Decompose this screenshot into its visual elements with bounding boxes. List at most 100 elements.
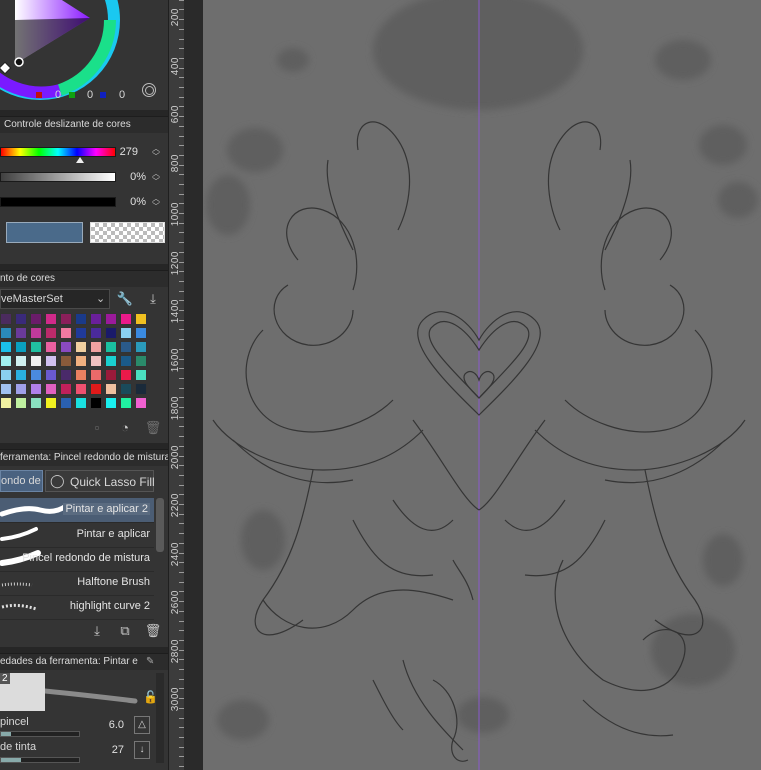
color-swatch[interactable] — [75, 341, 87, 353]
color-swatch[interactable] — [90, 341, 102, 353]
color-swatch[interactable] — [105, 397, 117, 409]
color-swatch[interactable] — [75, 369, 87, 381]
color-swatch[interactable] — [15, 369, 27, 381]
saturation-spin-icon[interactable]: ︿ ﹀ — [151, 170, 161, 186]
color-swatch[interactable] — [90, 355, 102, 367]
color-swatch[interactable] — [105, 383, 117, 395]
color-swatch[interactable] — [105, 313, 117, 325]
color-swatch[interactable] — [15, 383, 27, 395]
hue-slider-handle[interactable] — [76, 157, 84, 163]
color-swatch[interactable] — [135, 369, 147, 381]
color-swatch[interactable] — [120, 383, 132, 395]
color-swatch[interactable] — [45, 327, 57, 339]
wrench-icon[interactable]: 🔧 — [116, 291, 134, 309]
ink-amount-value[interactable]: 27 — [84, 744, 124, 756]
color-swatch[interactable] — [0, 397, 12, 409]
color-set-dropdown[interactable]: veMasterSet ⌄ — [0, 289, 110, 309]
hue-value[interactable]: 279 — [98, 146, 138, 158]
color-swatch[interactable] — [135, 383, 147, 395]
tab-quick-lasso-fill[interactable]: ◯ Quick Lasso Fill — [45, 470, 155, 492]
value-slider[interactable] — [0, 197, 116, 207]
download-icon[interactable]: ⤓ — [144, 291, 162, 309]
hue-spin-icon[interactable]: ︿ ﹀ — [151, 145, 161, 161]
color-swatch[interactable] — [45, 341, 57, 353]
color-swatch[interactable] — [0, 313, 12, 325]
duplicate-icon[interactable]: ⧉ — [116, 623, 134, 641]
color-swatch[interactable] — [15, 397, 27, 409]
color-swatch[interactable] — [60, 327, 72, 339]
color-swatch[interactable] — [60, 383, 72, 395]
brush-size-slider[interactable] — [0, 731, 80, 737]
save-to-material-icon[interactable]: ⤓ — [88, 623, 106, 641]
brush-item[interactable]: Halftone Brush — [0, 571, 154, 596]
color-swatch[interactable] — [15, 355, 27, 367]
color-swatch[interactable] — [30, 397, 42, 409]
color-swatch[interactable] — [30, 341, 42, 353]
color-swatch[interactable] — [135, 341, 147, 353]
color-swatch[interactable] — [90, 383, 102, 395]
pressure-arrow-icon[interactable]: ↓ — [134, 741, 150, 759]
saturation-value[interactable]: 0% — [106, 171, 146, 183]
color-swatch[interactable] — [0, 327, 12, 339]
tab-mixing-brush[interactable]: ondo de m — [0, 470, 43, 492]
color-swatch[interactable] — [135, 327, 147, 339]
saturation-slider[interactable] — [0, 172, 116, 182]
color-swatch[interactable] — [0, 383, 12, 395]
color-swatch[interactable] — [30, 369, 42, 381]
color-swatch[interactable] — [135, 313, 147, 325]
color-swatch[interactable] — [15, 327, 27, 339]
color-swatch[interactable] — [30, 327, 42, 339]
color-swatch[interactable] — [90, 397, 102, 409]
color-swatch[interactable] — [135, 397, 147, 409]
current-color-swatch[interactable] — [6, 222, 83, 243]
color-swatch[interactable] — [60, 341, 72, 353]
color-swatch[interactable] — [45, 383, 57, 395]
color-swatch[interactable] — [60, 397, 72, 409]
color-swatch[interactable] — [90, 313, 102, 325]
color-swatch[interactable] — [90, 327, 102, 339]
color-swatch[interactable] — [75, 383, 87, 395]
color-swatch[interactable] — [105, 355, 117, 367]
color-swatch[interactable] — [0, 341, 12, 353]
value-spin-icon[interactable]: ︿ ﹀ — [151, 195, 161, 211]
color-swatch[interactable] — [30, 383, 42, 395]
color-swatch[interactable] — [15, 313, 27, 325]
color-swatch[interactable] — [45, 313, 57, 325]
color-swatch[interactable] — [105, 369, 117, 381]
color-swatch[interactable] — [60, 369, 72, 381]
color-swatch[interactable] — [0, 355, 12, 367]
color-swatch[interactable] — [45, 355, 57, 367]
drawing-canvas[interactable] — [203, 0, 761, 770]
color-swatch[interactable] — [120, 341, 132, 353]
color-swatch[interactable] — [120, 355, 132, 367]
color-swatch[interactable] — [30, 313, 42, 325]
color-swatch[interactable] — [15, 341, 27, 353]
color-swatch[interactable] — [45, 369, 57, 381]
transparent-color-swatch[interactable] — [90, 222, 165, 243]
color-swatch[interactable] — [75, 397, 87, 409]
color-swatch[interactable] — [135, 355, 147, 367]
color-swatch[interactable] — [75, 313, 87, 325]
color-swatch[interactable] — [60, 355, 72, 367]
pressure-triangle-icon[interactable]: △ — [134, 716, 150, 734]
brush-list-scrollbar[interactable] — [156, 498, 164, 552]
brush-item[interactable]: Pintar e aplicar — [0, 523, 154, 548]
color-swatch[interactable] — [120, 313, 132, 325]
color-swatch[interactable] — [30, 355, 42, 367]
value-value[interactable]: 0% — [106, 196, 146, 208]
color-swatch[interactable] — [105, 327, 117, 339]
pen-edit-icon[interactable]: ✎ — [146, 654, 154, 670]
color-swatch[interactable] — [90, 369, 102, 381]
ink-amount-slider[interactable] — [0, 757, 80, 763]
add-color-icon[interactable]: ◔ — [116, 420, 134, 438]
color-swatch[interactable] — [60, 313, 72, 325]
brush-item[interactable]: highlight curve 2 — [0, 595, 154, 620]
color-swatch[interactable] — [120, 397, 132, 409]
trash-icon[interactable]: 🗑 — [144, 623, 162, 641]
color-swatch[interactable] — [105, 341, 117, 353]
color-swatch[interactable] — [45, 397, 57, 409]
brush-item[interactable]: Pincel redondo de mistura — [0, 547, 154, 572]
color-swatch[interactable] — [120, 369, 132, 381]
color-swatch[interactable] — [75, 327, 87, 339]
color-wheel[interactable] — [0, 0, 120, 120]
